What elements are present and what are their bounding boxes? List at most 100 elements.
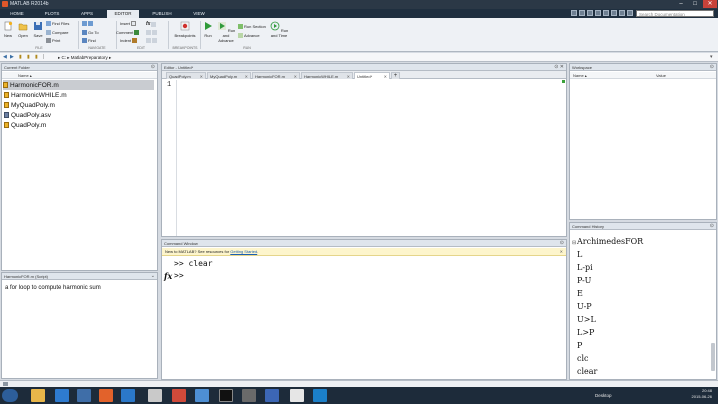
breakpoints-button[interactable]: Breakpoints [172, 21, 198, 38]
collapse-details-icon[interactable]: ⌄ [151, 273, 155, 280]
panel-actions-icon[interactable]: ⊙ [151, 64, 155, 71]
history-item[interactable]: L-pi [577, 263, 593, 272]
folder-icon[interactable]: ▮ [35, 54, 41, 60]
minimize-button[interactable]: – [674, 0, 688, 8]
current-folder-path[interactable]: ▸ C: ▸ MatlabPreparatory ▸ [58, 55, 111, 61]
app-icon-3[interactable] [172, 389, 186, 402]
close-tab-icon[interactable]: ✕ [384, 73, 387, 80]
editor-tab-quadpoly[interactable]: QuadPoly.m ✕ [166, 72, 206, 79]
getting-started-link[interactable]: Getting Started [230, 249, 257, 254]
new-button[interactable]: New [2, 21, 14, 38]
qat-redo-icon[interactable] [611, 10, 617, 16]
edit-extra-button-2[interactable] [146, 38, 157, 43]
function-browser-fx-icon[interactable]: fx [164, 271, 172, 281]
browse-folder-icon[interactable]: ▮ [27, 54, 33, 60]
workspace-value-column[interactable]: Value [656, 72, 666, 79]
file-item[interactable]: MyQuadPoly.m [4, 100, 55, 110]
internet-explorer-icon[interactable] [55, 389, 69, 402]
print-button[interactable]: Print [46, 38, 60, 43]
code-text-area[interactable] [178, 80, 560, 238]
taskbar-clock[interactable]: 20:48 2015-06-26 [692, 388, 712, 400]
history-item[interactable]: clear [577, 367, 597, 376]
app-icon[interactable] [77, 389, 91, 402]
fx-insert-function-button[interactable]: fx [146, 21, 157, 27]
matlab-taskbar-icon[interactable] [99, 389, 113, 402]
app-icon-4[interactable] [195, 389, 209, 402]
editor-close-icon[interactable]: ⊙ ✕ [554, 64, 564, 71]
history-item[interactable]: U-P [577, 302, 592, 311]
run-button[interactable]: Run [202, 21, 214, 38]
file-item[interactable]: QuadPoly.m [4, 120, 46, 130]
qat-paste-icon[interactable] [595, 10, 601, 16]
app-icon-6[interactable] [242, 389, 256, 402]
go-to-button[interactable]: Go To [82, 30, 99, 35]
close-tab-icon[interactable]: ✕ [245, 73, 248, 80]
qat-switch-windows-icon[interactable] [619, 10, 625, 16]
insert-button[interactable]: Insert [120, 21, 137, 26]
path-dropdown-icon[interactable]: ▾ [710, 54, 716, 60]
find-button[interactable]: Find [82, 38, 96, 43]
close-notice-icon[interactable]: ✕ [560, 248, 563, 256]
run-and-time-button[interactable]: Run and Time [268, 21, 290, 38]
name-column-header[interactable]: Name ▴ [2, 72, 157, 79]
tab-home[interactable]: HOME [3, 10, 31, 18]
tab-view[interactable]: VIEW [185, 10, 213, 18]
file-explorer-icon[interactable] [31, 389, 45, 402]
close-window-button[interactable]: ✕ [703, 0, 717, 8]
add-tab-button[interactable]: + [391, 72, 400, 79]
up-folder-icon[interactable]: ▮ [19, 54, 25, 60]
tab-publish[interactable]: PUBLISH [145, 10, 179, 18]
history-item[interactable]: clc [577, 354, 589, 363]
editor-tab-untitled[interactable]: Untitled* ✕ [354, 72, 390, 79]
close-tab-icon[interactable]: ✕ [200, 73, 203, 80]
command-window-actions-icon[interactable]: ⊙ [560, 240, 564, 247]
search-documentation-input[interactable]: Search Documentation [636, 10, 714, 17]
editor-tab-harmonicfor[interactable]: HarmonicFOR.m ✕ [252, 72, 300, 79]
command-history-actions-icon[interactable]: ⊙ [710, 223, 714, 230]
file-item[interactable]: HarmonicWHILE.m [4, 90, 67, 100]
maximize-button[interactable]: □ [688, 0, 702, 8]
history-item[interactable]: ArchimedesFOR [577, 237, 643, 246]
qat-copy-icon[interactable] [587, 10, 593, 16]
start-button-icon[interactable] [2, 389, 18, 402]
app-icon-5[interactable] [219, 389, 233, 402]
desktop-toolbar-label[interactable]: Desktop [595, 393, 612, 398]
app-icon-9[interactable] [313, 389, 327, 402]
history-item[interactable]: E [577, 289, 583, 298]
command-input-line[interactable]: >> [174, 271, 184, 280]
workspace-actions-icon[interactable]: ⊙ [710, 64, 714, 71]
history-collapse-icon[interactable]: ⊟ [572, 240, 576, 246]
qat-cut-icon[interactable] [579, 10, 585, 16]
run-and-advance-button[interactable]: Run and Advance [216, 21, 236, 43]
history-item[interactable]: L [577, 250, 582, 259]
history-item[interactable]: U>L [577, 315, 596, 324]
run-section-button[interactable]: Run Section [238, 24, 266, 29]
file-item[interactable]: QuadPoly.asv [4, 110, 51, 120]
history-scrollbar-thumb[interactable] [711, 343, 715, 371]
history-item[interactable]: P [577, 341, 582, 350]
close-tab-icon[interactable]: ✕ [294, 73, 297, 80]
qat-save-icon[interactable] [571, 10, 577, 16]
back-arrow-icon[interactable]: ◀ [3, 54, 9, 60]
compare-button[interactable]: Compare [46, 30, 68, 35]
save-button[interactable]: Save [32, 21, 44, 38]
workspace-name-column[interactable]: Name ▴ [573, 72, 587, 79]
navigate-arrows-button[interactable] [82, 21, 93, 26]
history-item[interactable]: L>P [577, 328, 594, 337]
editor-tab-harmonicwhile[interactable]: HarmonicWHILE.m ✕ [301, 72, 353, 79]
tab-plots[interactable]: PLOTS [37, 10, 67, 18]
app-icon-7[interactable] [265, 389, 279, 402]
edit-extra-button[interactable] [146, 30, 157, 35]
app-icon-2[interactable] [148, 389, 162, 402]
open-button[interactable]: Open [16, 21, 30, 38]
forward-arrow-icon[interactable]: ▶ [10, 54, 16, 60]
tab-apps[interactable]: APPS [73, 10, 101, 18]
app-icon-8[interactable] [290, 389, 304, 402]
indent-button[interactable]: Indent [120, 38, 138, 43]
qat-help-icon[interactable] [627, 10, 633, 16]
editor-tab-myquadpoly[interactable]: MyQuadPoly.m ✕ [207, 72, 251, 79]
file-item[interactable]: HarmonicFOR.m [3, 80, 154, 90]
code-analyzer-status-icon[interactable] [562, 80, 565, 83]
find-files-button[interactable]: Find Files [46, 21, 69, 26]
tab-editor[interactable]: EDITOR [107, 10, 139, 18]
